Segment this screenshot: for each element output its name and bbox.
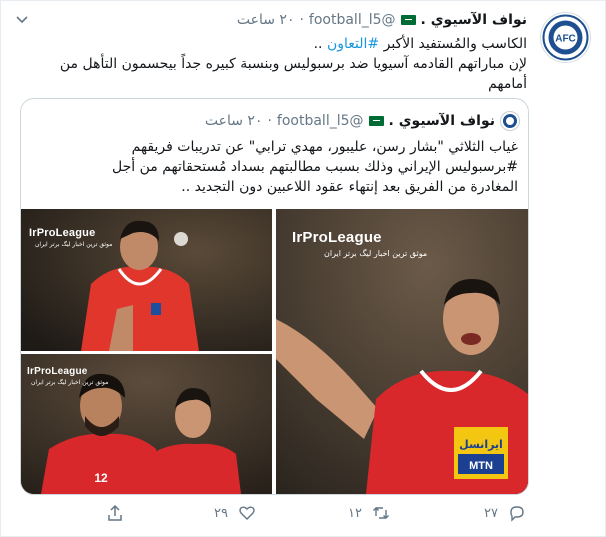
quoted-text-line-2: #برسبوليس الإيراني وذلك بسبب مطالبتهم بس… — [111, 159, 518, 175]
tweet[interactable]: AFC نواف الآسيوي . @football_l5 · ٢٠ ساع… — [0, 0, 606, 537]
quoted-author-name: نواف الآسيوي . — [388, 113, 495, 129]
heart-icon — [239, 506, 255, 520]
reply-icon — [510, 506, 524, 522]
afc-logo-icon — [503, 114, 517, 128]
quoted-text-line-3: المغادرة من الفريق بعد إنتهاء عقود اللاع… — [181, 179, 518, 195]
irproleague-logo-subtitle: موثق ترین اخبار لیگ برتر ایران — [35, 241, 113, 248]
author-avatar[interactable]: AFC — [540, 12, 591, 63]
separator-dot: · — [267, 113, 272, 129]
avatar-label: AFC — [555, 34, 576, 45]
quoted-header: نواف الآسيوي . @football_l5 · ٢٠ ساعت — [205, 111, 520, 131]
quoted-time: ٢٠ ساعت — [204, 113, 263, 129]
like-button[interactable]: ٢٩ — [214, 501, 256, 525]
photo-player-pointing[interactable]: ایرانسل MTN IrProLeague موثق ترین اخبار … — [276, 209, 528, 494]
like-count: ٢٩ — [214, 505, 228, 521]
saudi-flag-icon — [368, 116, 384, 126]
tweet-text-line-2: لإن مباراتهم القادمه آسيويا ضد برسبوليس … — [59, 56, 527, 72]
quoted-handle: @football_l5 — [276, 113, 364, 129]
retweet-icon — [372, 507, 389, 519]
photo-player-red-kit[interactable]: IrProLeague موثق ترین اخبار لیگ برتر ایر… — [21, 209, 272, 351]
quoted-tweet[interactable]: نواف الآسيوي . @football_l5 · ٢٠ ساعت غي… — [20, 98, 529, 495]
tweet-text-line-3: أمامهم — [488, 76, 527, 92]
tweet-text-line-1: الكاسب والمُستفيد الأكبر #التعاون .. — [313, 36, 527, 52]
irproleague-logo-subtitle: موثق ترین اخبار لیگ برتر ایران — [31, 379, 109, 386]
retweet-button[interactable]: ١٢ — [348, 501, 390, 525]
quoted-text: غياب الثلاثي "بشار رسن، عليبور، مهدي ترا… — [30, 137, 518, 197]
irproleague-logo-text: IrProLeague — [292, 229, 382, 246]
sponsor-mtn-label: MTN — [469, 460, 493, 472]
tweet-text: الكاسب والمُستفيد الأكبر #التعاون .. لإن… — [22, 34, 527, 94]
irproleague-logo-subtitle: موثق ترین اخبار لیگ برتر ایران — [324, 249, 428, 258]
quoted-avatar — [500, 111, 520, 131]
reply-button[interactable]: ٢٧ — [484, 501, 526, 525]
reply-count: ٢٧ — [484, 505, 498, 521]
saudi-flag-icon — [400, 15, 416, 25]
hashtag-link[interactable]: #التعاون — [327, 36, 379, 52]
share-icon — [108, 504, 122, 521]
share-button[interactable] — [106, 501, 124, 525]
quoted-text-line-1: غياب الثلاثي "بشار رسن، عليبور، مهدي ترا… — [131, 139, 518, 155]
irproleague-logo-text: IrProLeague — [29, 227, 96, 239]
irproleague-logo-text: IrProLeague — [27, 366, 88, 377]
separator-dot: · — [299, 12, 304, 28]
sponsor-irancell-label: ایرانسل — [459, 438, 503, 451]
author-name[interactable]: نواف الآسيوي . — [421, 12, 527, 28]
author-handle[interactable]: @football_l5 — [309, 12, 396, 28]
shirt-number: 12 — [94, 471, 108, 485]
tweet-actions: ٢٩ ١٢ ٢٧ — [0, 496, 606, 532]
tweet-header: نواف الآسيوي . @football_l5 · ٢٠ ساعت — [237, 10, 527, 30]
chevron-down-icon[interactable] — [15, 12, 29, 26]
media-grid: IrProLeague موثق ترین اخبار لیگ برتر ایر… — [21, 209, 528, 494]
retweet-count: ١٢ — [348, 505, 362, 521]
photo-two-players[interactable]: 12 IrProLeague موثق ترین اخبار لیگ برتر … — [21, 354, 272, 494]
tweet-time[interactable]: ٢٠ ساعت — [237, 12, 295, 28]
afc-logo-icon: AFC — [542, 14, 589, 61]
